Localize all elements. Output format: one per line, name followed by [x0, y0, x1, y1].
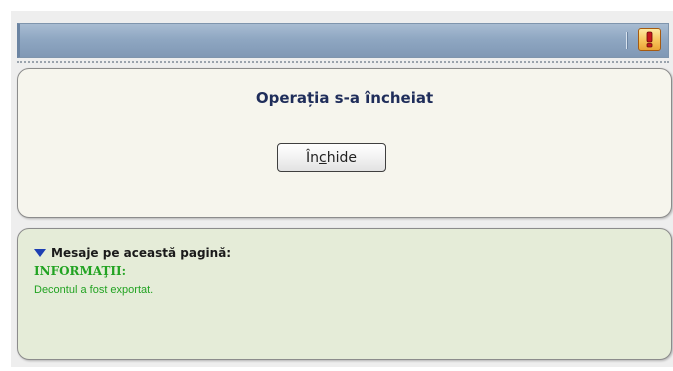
close-label-suffix: hide — [326, 149, 357, 166]
header-bar — [17, 23, 669, 58]
status-title: Operația s-a încheiat — [255, 89, 434, 107]
info-title: INFORMAŢII: — [34, 264, 127, 278]
triangle-down-icon — [34, 249, 46, 257]
close-label-mnemonic: c — [319, 149, 327, 166]
header-divider — [17, 61, 669, 63]
header-separator — [626, 32, 627, 49]
messages-header: Mesaje pe această pagină: — [51, 246, 232, 260]
close-button[interactable]: În c hide — [277, 143, 386, 172]
info-message: Decontul a fost exportat. — [34, 284, 154, 296]
alert-button[interactable] — [638, 28, 661, 51]
status-panel: Operația s-a încheiat În c hide — [17, 68, 672, 218]
messages-panel: Mesaje pe această pagină: INFORMAŢII: De… — [17, 228, 672, 360]
close-label-prefix: În — [306, 149, 320, 166]
exclamation-icon — [646, 31, 653, 48]
messages-toggle[interactable]: Mesaje pe această pagină: — [34, 246, 231, 260]
